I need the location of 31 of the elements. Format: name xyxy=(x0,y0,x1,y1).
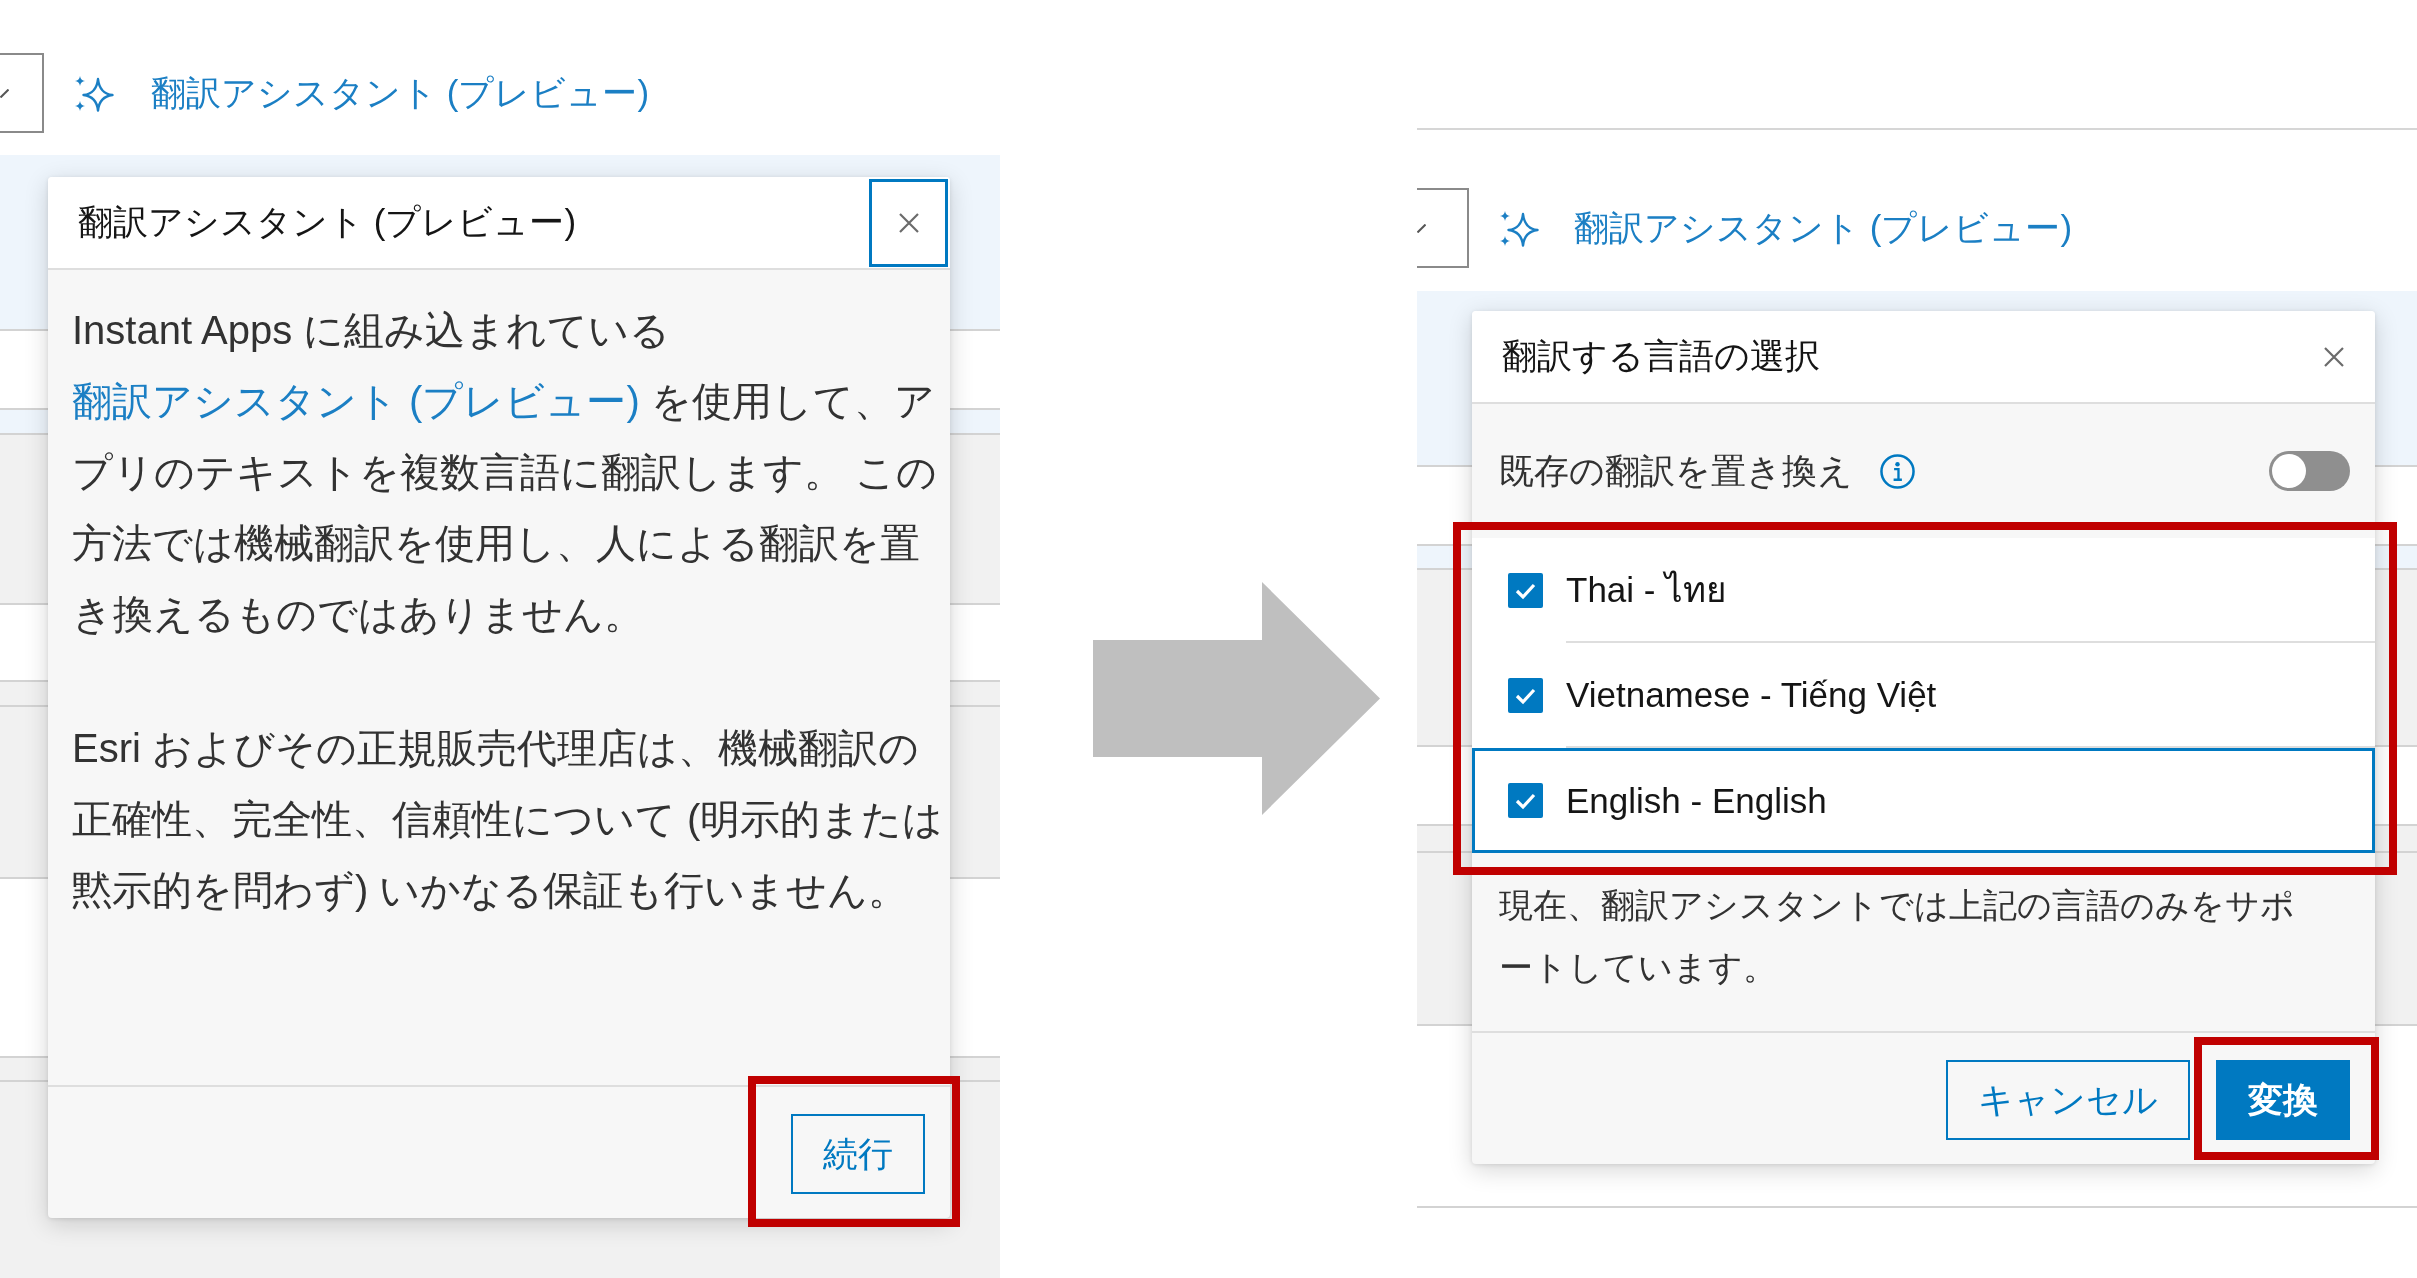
language-option[interactable]: Thai - ไทย xyxy=(1472,538,2375,643)
close-icon xyxy=(898,212,919,233)
language-option[interactable]: Vietnamese - Tiếng Việt xyxy=(1472,643,2375,748)
chevron-icon xyxy=(1417,223,1426,233)
language-option[interactable]: English - English xyxy=(1472,748,2375,853)
cancel-button[interactable]: キャンセル xyxy=(1946,1060,2190,1140)
note-text: 現在、翻訳アシスタントでは上記の言語のみをサポートしています。 xyxy=(1498,885,2296,988)
chevron-icon xyxy=(0,88,9,98)
toggle-label: 既存の翻訳を置き換え xyxy=(1499,449,1853,492)
toggle-switch[interactable] xyxy=(2269,451,2350,491)
language-label: English - English xyxy=(1566,780,1827,821)
translation-assistant-link[interactable]: 翻訳アシスタント (プレビュー) xyxy=(75,69,650,117)
translation-assistant-link[interactable]: 翻訳アシスタント (プレビュー) xyxy=(1500,204,2073,252)
select-field[interactable] xyxy=(0,53,44,133)
checkbox[interactable] xyxy=(1508,783,1543,818)
checkbox[interactable] xyxy=(1508,678,1543,713)
right-arrow-icon xyxy=(1093,582,1380,815)
language-label: Vietnamese - Tiếng Việt xyxy=(1566,674,1937,715)
assistant-link[interactable]: 翻訳アシスタント (プレビュー) xyxy=(72,379,640,423)
body-paragraph: Esri およびその正規販売代理店は、機械翻訳の正確性、完全性、信頼性について (明示的または黙示的を問わず) いかなる保証も行いません。 xyxy=(72,725,945,914)
close-icon xyxy=(2323,346,2344,367)
dialog-title: 翻訳する言語の選択 xyxy=(1502,335,1821,377)
continue-button[interactable]: 続行 xyxy=(791,1114,925,1194)
language-label: Thai - ไทย xyxy=(1566,569,1728,611)
checkbox[interactable] xyxy=(1508,573,1543,608)
close-button[interactable] xyxy=(869,178,948,267)
info-icon xyxy=(1880,453,1915,489)
select-field[interactable] xyxy=(1417,188,1469,268)
convert-button[interactable]: 変換 xyxy=(2216,1060,2350,1140)
body-paragraph: Instant Apps に組み込まれている 翻訳アシスタント (プレビュー) を使用して、アプリのテキストを複数言語に翻訳します。 この方法では機械翻訳を使用し、人による翻訳を置き換えるものではありません。 xyxy=(72,307,939,638)
dialog-title: 翻訳アシスタント (プレビュー) xyxy=(78,201,578,243)
